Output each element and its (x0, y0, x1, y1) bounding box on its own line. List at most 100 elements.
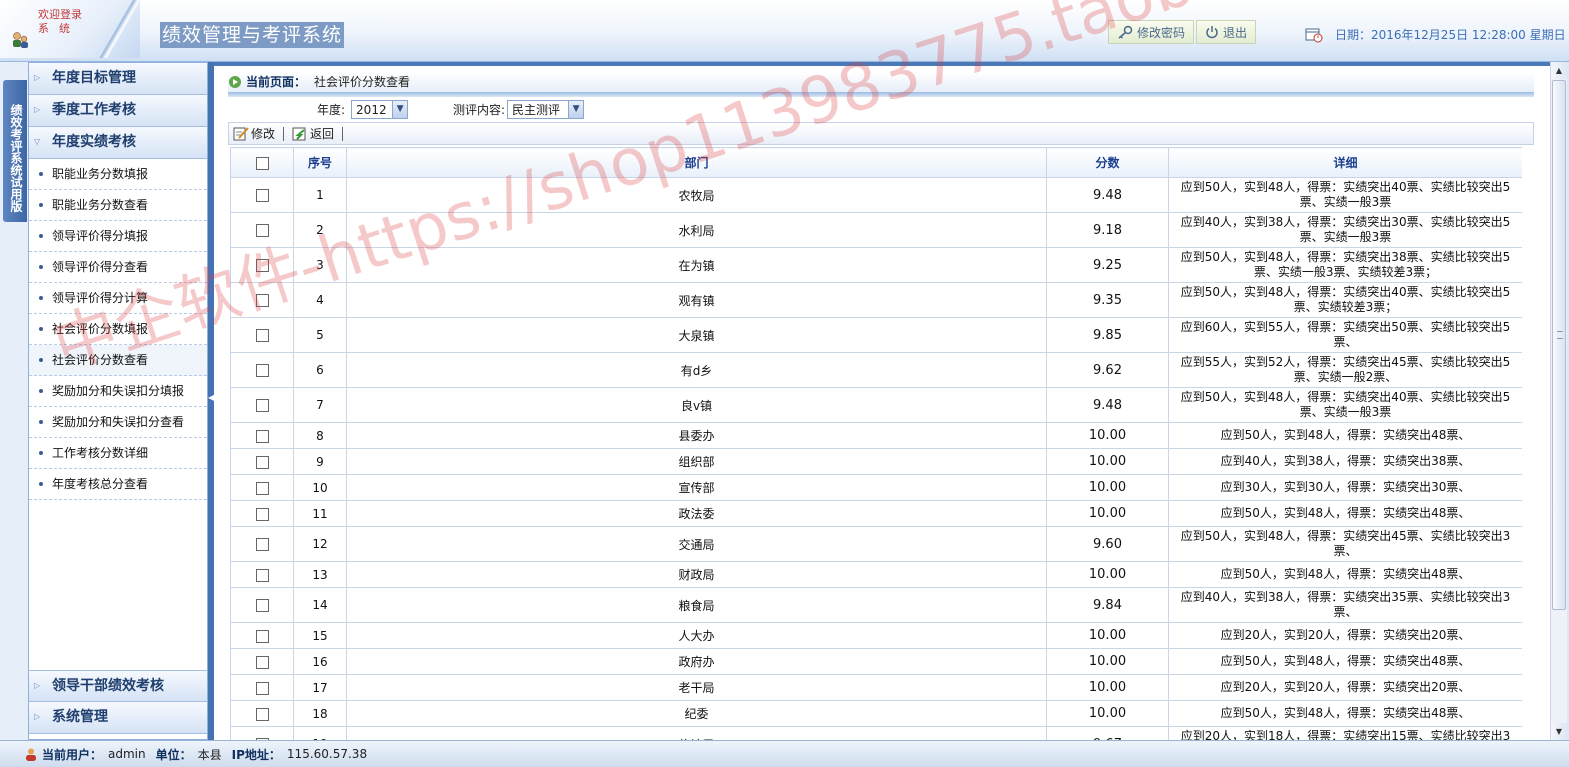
table-row[interactable]: 2 水利局 9.18 应到40人，实到38人，得票：实绩突出30票、实绩比较突出5票、… (230, 212, 1522, 248)
scroll-thumb[interactable] (1552, 80, 1566, 610)
back-button[interactable]: 返回 (288, 125, 338, 142)
sidebar-group-annual-goals[interactable]: ▷ 年度目标管理 (29, 63, 207, 95)
row-select-cell (230, 561, 294, 588)
row-no: 4 (293, 282, 347, 318)
row-dept: 组织部 (346, 448, 1047, 475)
change-password-button[interactable]: 修改密码 (1108, 20, 1195, 44)
row-select-cell (230, 500, 294, 527)
breadcrumb: 当前页面： 社会评价分数查看 (228, 72, 1534, 92)
scroll-up-icon[interactable]: ▲ (1551, 62, 1567, 79)
table-row[interactable]: 11 政法委 10.00 应到50人，实到48人，得票：实绩突出48票、 (230, 500, 1522, 527)
row-checkbox[interactable] (255, 481, 269, 495)
table-row[interactable]: 15 人大办 10.00 应到20人，实到20人，得票：实绩突出20票、 (230, 622, 1522, 649)
table-row[interactable]: 1 农牧局 9.48 应到50人，实到48人，得票：实绩突出40票、实绩比较突出5票、… (230, 177, 1522, 213)
row-detail: 应到55人，实到52人，得票：实绩突出45票、实绩比较突出5票、实绩一般2票、 (1168, 352, 1522, 388)
sidebar-item[interactable]: 领导评价得分查看 (29, 252, 207, 283)
table-row[interactable]: 7 良v镇 9.48 应到50人，实到48人，得票：实绩突出40票、实绩比较突出5票、… (230, 387, 1522, 423)
scroll-down-icon[interactable]: ▼ (1551, 723, 1567, 740)
table-row[interactable]: 18 纪委 10.00 应到50人，实到48人，得票：实绩突出48票、 (230, 700, 1522, 727)
toolbar-separator (342, 126, 344, 141)
edit-button[interactable]: 修改 (229, 125, 279, 142)
row-checkbox[interactable] (255, 259, 269, 272)
welcome-line1: 欢迎登录 (38, 8, 82, 21)
power-icon (1206, 26, 1218, 39)
table-row[interactable]: 3 在为镇 9.25 应到50人，实到48人，得票：实绩突出38票、实绩比较突出5票、… (230, 247, 1522, 283)
return-icon (292, 127, 306, 141)
select-all-checkbox[interactable] (255, 156, 269, 170)
chevron-down-icon: ▼ (568, 101, 584, 118)
sidebar-item[interactable]: 领导评价得分计算 (29, 283, 207, 314)
row-checkbox[interactable] (255, 655, 269, 669)
table-row[interactable]: 9 组织部 10.00 应到40人，实到38人，得票：实绩突出38票、 (230, 448, 1522, 475)
year-select-value: 2012 (356, 102, 387, 117)
row-no: 8 (293, 422, 347, 449)
sidebar-item[interactable]: 年度考核总分查看 (29, 469, 207, 500)
table-row[interactable]: 16 政府办 10.00 应到50人，实到48人，得票：实绩突出48票、 (230, 648, 1522, 675)
table-row[interactable]: 13 财政局 10.00 应到50人，实到48人，得票：实绩突出48票、 (230, 561, 1522, 588)
row-checkbox[interactable] (255, 507, 269, 521)
row-no: 2 (293, 212, 347, 248)
vertical-scrollbar[interactable]: ▲ ▼ (1550, 62, 1567, 740)
table-row[interactable]: 12 交通局 9.60 应到50人，实到48人，得票：实绩突出45票、实绩比较突出3票… (230, 526, 1522, 562)
header-buttons: 修改密码 退出 (1108, 20, 1258, 44)
vertical-tab-trial[interactable]: 绩效考评系统试用版 (3, 80, 27, 222)
sidebar-item[interactable]: 奖励加分和失误扣分查看 (29, 407, 207, 438)
row-checkbox[interactable] (255, 568, 269, 582)
sidebar-item[interactable]: 领导评价得分填报 (29, 221, 207, 252)
sidebar-item[interactable]: 社会评价分数填报 (29, 314, 207, 345)
row-checkbox[interactable] (255, 681, 269, 695)
sidebar-item-active[interactable]: 社会评价分数查看 (29, 345, 207, 376)
chevron-right-icon: ▷ (34, 681, 41, 690)
main-panel: 当前页面： 社会评价分数查看 年度: 2012 ▼ 测评内容: 民主测评 ▼ 修… (214, 62, 1550, 740)
year-select[interactable]: 2012 ▼ (351, 100, 409, 119)
row-score: 10.00 (1046, 648, 1169, 675)
row-checkbox[interactable] (255, 629, 269, 643)
sidebar-group-annual-performance[interactable]: ▽ 年度实绩考核 (29, 127, 207, 159)
row-checkbox[interactable] (255, 538, 269, 551)
table-row[interactable]: 14 粮食局 9.84 应到40人，实到38人，得票：实绩突出35票、实绩比较突出3票… (230, 587, 1522, 623)
sidebar-group-leader-review[interactable]: ▷ 领导干部绩效考核 (29, 670, 207, 702)
column-header-dept[interactable]: 部门 (346, 147, 1047, 178)
column-header-no[interactable]: 序号 (293, 147, 347, 178)
row-checkbox[interactable] (255, 294, 269, 307)
date-text: 日期：2016年12月25日 12:28:00 星期日 (1335, 28, 1566, 42)
sidebar-item[interactable]: 工作考核分数详细 (29, 438, 207, 469)
system-title: 绩效管理与考评系统 (160, 22, 345, 48)
content-select[interactable]: 民主测评 ▼ (507, 100, 585, 119)
row-detail: 应到50人，实到48人，得票：实绩突出40票、实绩比较突出5票、实绩一般3票 (1168, 177, 1522, 213)
column-header-score[interactable]: 分数 (1046, 147, 1169, 178)
row-checkbox[interactable] (255, 399, 269, 412)
row-score: 9.67 (1046, 726, 1169, 740)
table-row[interactable]: 5 大泉镇 9.85 应到60人，实到55人，得票：实绩突出50票、实绩比较突出5票、 (230, 317, 1522, 353)
row-detail: 应到20人，实到20人，得票：实绩突出20票、 (1168, 622, 1522, 649)
row-checkbox[interactable] (255, 599, 269, 612)
logout-button[interactable]: 退出 (1196, 20, 1257, 44)
sidebar-item[interactable]: 奖励加分和失误扣分填报 (29, 376, 207, 407)
row-dept: 交通局 (346, 526, 1047, 562)
row-checkbox[interactable] (255, 429, 269, 443)
sidebar-group-quarterly-review[interactable]: ▷ 季度工作考核 (29, 95, 207, 127)
row-checkbox[interactable] (255, 329, 269, 342)
sidebar-group-system-admin[interactable]: ▷ 系统管理 (29, 702, 207, 734)
key-icon (1118, 25, 1133, 39)
row-checkbox[interactable] (255, 224, 269, 237)
sidebar-item[interactable]: 职能业务分数填报 (29, 159, 207, 190)
unit-label: 单位： (155, 747, 192, 762)
row-select-cell (230, 700, 294, 727)
table-row[interactable]: 6 有d乡 9.62 应到55人，实到52人，得票：实绩突出45票、实绩比较突出5票、… (230, 352, 1522, 388)
content-filter: 测评内容: 民主测评 ▼ (453, 100, 585, 119)
sidebar-item[interactable]: 职能业务分数查看 (29, 190, 207, 221)
table-row[interactable]: 17 老干局 10.00 应到20人，实到20人，得票：实绩突出20票、 (230, 674, 1522, 701)
row-checkbox[interactable] (255, 189, 269, 202)
row-checkbox[interactable] (255, 455, 269, 469)
row-score: 9.48 (1046, 177, 1169, 213)
row-checkbox[interactable] (255, 707, 269, 721)
row-checkbox[interactable] (255, 364, 269, 377)
table-row[interactable]: 8 县委办 10.00 应到50人，实到48人，得票：实绩突出48票、 (230, 422, 1522, 449)
user-group-icon (13, 32, 28, 48)
column-header-detail[interactable]: 详细 (1168, 147, 1522, 178)
sidebar-group-label: 系统管理 (52, 709, 108, 725)
table-row[interactable]: 19信访局9.67应到20人，实到18人，得票：实绩突出15票、实绩比较突出3票… (230, 726, 1522, 740)
table-row[interactable]: 4 观有镇 9.35 应到50人，实到48人，得票：实绩突出40票、实绩比较突出5票、… (230, 282, 1522, 318)
table-row[interactable]: 10 宣传部 10.00 应到30人，实到30人，得票：实绩突出30票、 (230, 474, 1522, 501)
